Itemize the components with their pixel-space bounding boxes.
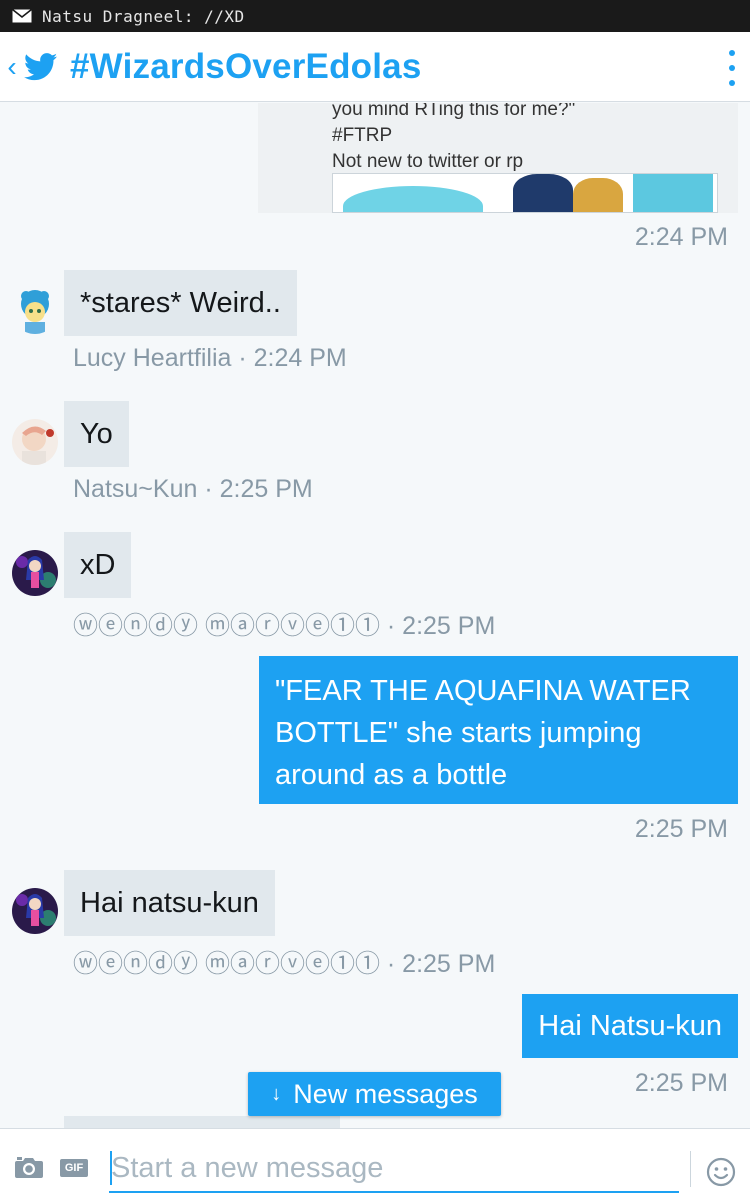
message-bubble[interactable]: xD [64, 532, 132, 598]
avatar[interactable] [12, 888, 58, 934]
message-timestamp: 2:25 PM [634, 815, 728, 843]
message-bubble[interactable]: Hai natsu-kun [64, 870, 275, 936]
message-timestamp: 2:24 PM [634, 223, 728, 251]
new-messages-button[interactable]: ↓ New messages [248, 1072, 501, 1116]
quoted-tweet-line: #FTRP [332, 125, 393, 146]
message-timestamp: 2:25 PM [634, 1069, 728, 1097]
dm-conversation-screen: Natsu Dragneel: //XD ‹ #WizardsOverEdola… [0, 0, 750, 1200]
twitter-bird-icon[interactable] [24, 52, 58, 81]
message-meta: Natsu~Kun · 2:25 PM [73, 475, 313, 503]
message-bubble-outgoing[interactable]: Hai Natsu-kun [522, 994, 738, 1058]
message-input-container[interactable] [109, 1145, 679, 1193]
message-notification-icon [12, 9, 32, 23]
arrow-down-icon: ↓ [271, 1082, 282, 1105]
avatar[interactable] [12, 419, 58, 465]
smiley-icon[interactable] [706, 1157, 736, 1187]
gif-button[interactable]: GIF [60, 1159, 88, 1177]
message-input[interactable] [109, 1145, 679, 1191]
conversation-title: #WizardsOverEdolas [70, 46, 422, 86]
text-cursor [110, 1151, 112, 1185]
message-meta: Lucy Heartfilia · 2:24 PM [73, 344, 347, 372]
compose-bar: GIF [0, 1128, 750, 1200]
avatar[interactable] [12, 288, 58, 334]
avatar[interactable] [12, 550, 58, 596]
message-meta: ⓦⓔⓝⓓⓨ ⓜⓐⓡⓥⓔ①① · 2:25 PM [73, 950, 496, 978]
quoted-tweet-line: Not new to twitter or rp [332, 151, 524, 172]
quoted-tweet-card[interactable]: you mind RTing this for me?" #FTRP Not n… [258, 103, 738, 213]
message-list[interactable]: you mind RTing this for me?" #FTRP Not n… [0, 103, 750, 1128]
back-button[interactable]: ‹ [0, 52, 24, 81]
quoted-tweet-image[interactable] [332, 173, 718, 213]
partial-message-bubble [64, 1116, 340, 1128]
message-meta: ⓦⓔⓝⓓⓨ ⓜⓐⓡⓥⓔ①① · 2:25 PM [73, 612, 496, 640]
message-bubble-outgoing[interactable]: "FEAR THE AQUAFINA WATER BOTTLE" she sta… [259, 656, 738, 804]
message-bubble[interactable]: Yo [64, 401, 129, 467]
quoted-tweet-line: you mind RTing this for me?" [332, 103, 576, 120]
message-bubble[interactable]: *stares* Weird.. [64, 270, 297, 336]
camera-icon[interactable] [14, 1155, 44, 1179]
compose-divider [690, 1151, 691, 1187]
status-bar: Natsu Dragneel: //XD [0, 0, 750, 32]
status-notification-text: Natsu Dragneel: //XD [42, 6, 245, 26]
app-bar: ‹ #WizardsOverEdolas [0, 32, 750, 102]
kebab-menu-icon[interactable] [728, 50, 736, 86]
new-messages-label: New messages [293, 1078, 478, 1109]
